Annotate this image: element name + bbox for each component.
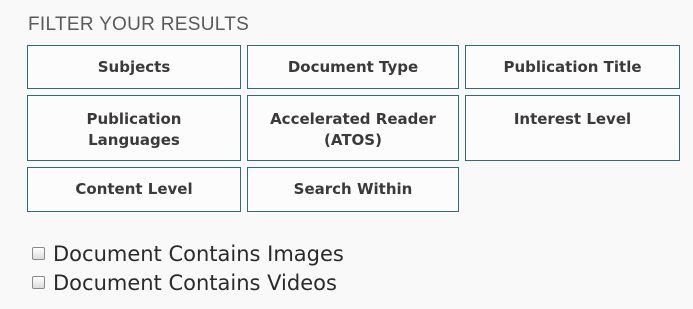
publication-languages-filter-button[interactable]: Publication Languages [27, 95, 241, 161]
filter-heading: FILTER YOUR RESULTS [28, 14, 250, 35]
document-type-filter-button[interactable]: Document Type [247, 45, 459, 89]
contains-videos-label[interactable]: Document Contains Videos [53, 271, 337, 295]
publication-title-filter-button[interactable]: Publication Title [465, 45, 680, 89]
accelerated-reader-filter-button[interactable]: Accelerated Reader (ATOS) [247, 95, 459, 161]
contains-images-option[interactable]: Document Contains Images [32, 239, 344, 268]
contains-videos-option[interactable]: Document Contains Videos [32, 268, 344, 297]
search-within-filter-button[interactable]: Search Within [247, 167, 459, 212]
content-level-filter-button[interactable]: Content Level [27, 167, 241, 212]
contains-images-checkbox[interactable] [32, 247, 45, 260]
interest-level-filter-button[interactable]: Interest Level [465, 95, 680, 161]
subjects-filter-button[interactable]: Subjects [27, 45, 241, 89]
filter-panel: FILTER YOUR RESULTS Subjects Document Ty… [0, 0, 693, 309]
filter-button-grid: Subjects Document Type Publication Title… [27, 45, 681, 212]
document-checkbox-list: Document Contains Images Document Contai… [32, 239, 344, 297]
contains-videos-checkbox[interactable] [32, 276, 45, 289]
contains-images-label[interactable]: Document Contains Images [53, 242, 344, 266]
